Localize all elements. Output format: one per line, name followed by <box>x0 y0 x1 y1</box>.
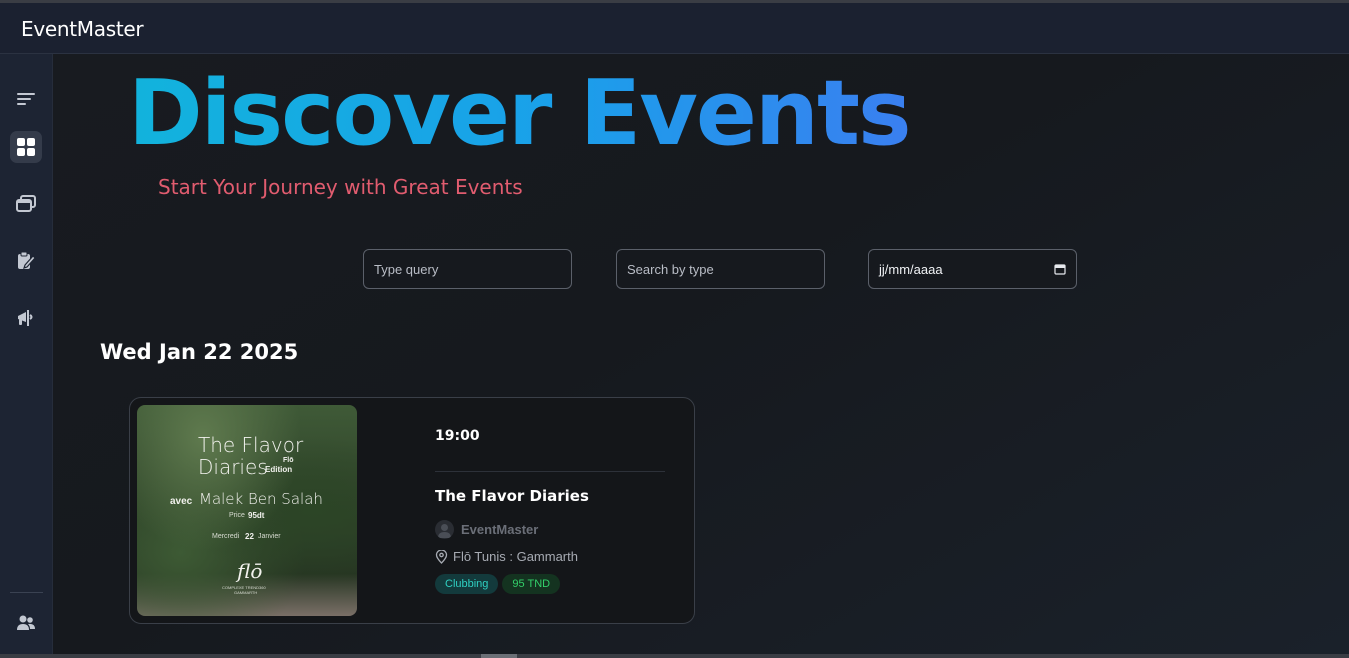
sidebar <box>0 54 53 658</box>
app-brand[interactable]: EventMaster <box>21 17 144 41</box>
event-card[interactable]: The Flavor Diaries Flō Edition avec Male… <box>129 397 695 624</box>
calendar-icon[interactable] <box>1054 263 1066 275</box>
sidebar-item-users[interactable] <box>10 607 42 639</box>
card-divider <box>435 471 665 472</box>
main-content: Discover Events Start Your Journey with … <box>53 54 1349 654</box>
events-date-heading: Wed Jan 22 2025 <box>100 340 299 364</box>
poster-price-value: 95dt <box>248 511 265 520</box>
avatar <box>435 520 454 539</box>
menu-lines-icon <box>17 93 35 105</box>
horizontal-scrollbar-thumb[interactable] <box>481 654 517 658</box>
poster-logo: flō <box>237 559 263 583</box>
event-poster[interactable]: The Flavor Diaries Flō Edition avec Male… <box>137 405 357 616</box>
event-price-badge: 95 TND <box>502 574 561 594</box>
poster-avec: avec <box>170 496 193 507</box>
user-avatar-icon <box>438 524 451 538</box>
sidebar-item-events[interactable] <box>10 188 42 220</box>
horizontal-scrollbar[interactable] <box>0 654 1349 658</box>
megaphone-icon <box>18 310 33 326</box>
event-time: 19:00 <box>435 428 480 444</box>
poster-venue-line2: GAMMARTH <box>234 590 258 595</box>
poster-artist: Malek Ben Salah <box>199 490 323 508</box>
event-type-badge: Clubbing <box>435 574 499 594</box>
sidebar-item-dashboard[interactable] <box>10 131 42 163</box>
poster-title-line1: The Flavor <box>198 433 304 457</box>
poster-date-weekday: Mercredi <box>212 533 240 540</box>
poster-price-label: Price <box>229 512 245 519</box>
search-type-input[interactable] <box>627 261 814 277</box>
sidebar-separator <box>10 592 43 593</box>
event-organizer: EventMaster <box>435 520 538 539</box>
hero-subtitle: Start Your Journey with Great Events <box>158 175 523 199</box>
organizer-name: EventMaster <box>461 522 539 537</box>
event-location: Flō Tunis : Gammarth <box>435 549 578 564</box>
location-text: Flō Tunis : Gammarth <box>453 549 578 564</box>
event-badges: Clubbing 95 TND <box>435 574 561 594</box>
search-type-field[interactable] <box>616 249 825 289</box>
location-pin-icon <box>435 549 448 564</box>
users-icon <box>17 615 35 630</box>
grid-icon <box>17 138 35 156</box>
clipboard-edit-icon <box>18 251 36 269</box>
poster-edition-top: Flō <box>283 457 294 464</box>
event-title[interactable]: The Flavor Diaries <box>435 487 589 505</box>
stacked-windows-icon <box>16 195 36 212</box>
date-filter-value[interactable]: jj/mm/aaaa <box>879 262 1054 277</box>
sidebar-item-announcements[interactable] <box>10 302 42 334</box>
search-query-field[interactable] <box>363 249 572 289</box>
sidebar-item-menu[interactable] <box>10 83 42 115</box>
poster-date-day: 22 <box>245 532 254 541</box>
poster-date-month: Janvier <box>258 533 281 540</box>
search-query-input[interactable] <box>374 261 561 277</box>
poster-edition-bottom: Edition <box>265 465 293 474</box>
sidebar-item-bookings[interactable] <box>10 245 42 277</box>
poster-title-line2: Diaries <box>198 455 268 479</box>
top-bar: EventMaster <box>0 0 1349 54</box>
date-filter-field[interactable]: jj/mm/aaaa <box>868 249 1077 289</box>
hero-title: Discover Events <box>128 61 912 166</box>
